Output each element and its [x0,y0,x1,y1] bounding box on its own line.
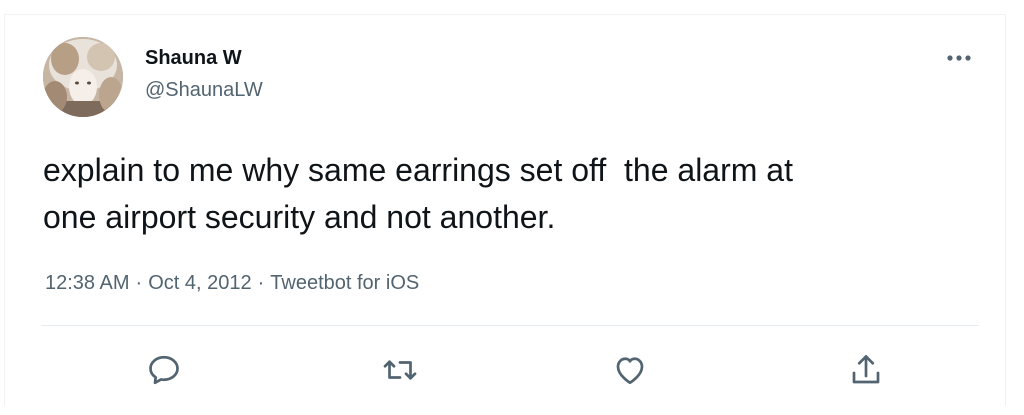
retweet-icon [383,360,417,380]
tweet-date[interactable]: Oct 4, 2012 [148,272,251,294]
tweet-text: explain to me why same earrings set off … [43,152,793,235]
reply-icon [149,355,179,385]
heart-icon [616,357,644,385]
author-handle[interactable]: @ShaunaLW [145,79,263,102]
divider [41,325,979,326]
retweet-button[interactable] [375,345,425,395]
more-options-button[interactable] [939,43,979,73]
user-avatar-icon [43,37,123,117]
share-icon [852,355,880,384]
like-button[interactable] [605,345,655,395]
action-bar [41,345,979,395]
tweet-card: Shauna W @ShaunaLW explain to me why sam… [4,14,1006,406]
share-button[interactable] [841,345,891,395]
avatar[interactable] [43,37,123,117]
author-display-name[interactable]: Shauna W [145,47,242,70]
meta-separator: · [257,272,265,294]
meta-separator: · [135,272,143,294]
more-horizontal-icon [947,55,971,61]
tweet-time[interactable]: 12:38 AM [45,272,130,294]
reply-button[interactable] [139,345,189,395]
tweet-client[interactable]: Tweetbot for iOS [270,272,419,294]
tweet-meta: 12:38 AM · Oct 4, 2012 · Tweetbot for iOS [45,272,419,295]
